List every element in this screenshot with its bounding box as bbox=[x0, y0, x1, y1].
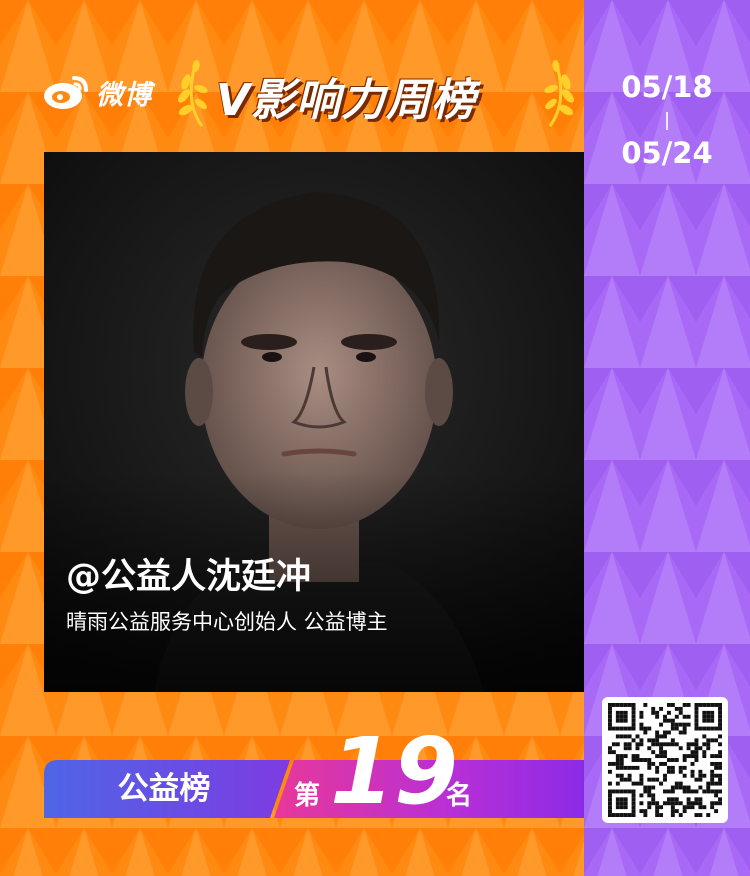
weekly-ranking-title: V影响力周榜 bbox=[176, 56, 576, 130]
laurel-right-icon bbox=[544, 60, 574, 127]
profile-description: 晴雨公益服务中心创始人 公益博主 bbox=[66, 610, 388, 634]
ranking-card: 微博 V影响力周榜 05/18 05/24 @公益人沈廷冲 晴雨公益服务中心创始… bbox=[0, 0, 750, 876]
qr-code-icon[interactable] bbox=[602, 697, 728, 823]
weibo-logo: 微博 bbox=[42, 72, 152, 112]
ranking-bar: 公益榜 第 19 名 bbox=[44, 726, 584, 818]
date-range: 05/18 05/24 bbox=[584, 70, 750, 170]
date-separator bbox=[666, 112, 668, 130]
weibo-logo-text: 微博 bbox=[96, 79, 152, 111]
qr-code-graphic bbox=[608, 703, 722, 817]
title-text: V影响力周榜 bbox=[216, 75, 477, 126]
weibo-eye-icon bbox=[44, 76, 88, 109]
ranking-category: 公益榜 bbox=[117, 771, 211, 807]
date-start: 05/18 bbox=[621, 70, 713, 104]
profile-handle: @公益人沈廷冲 bbox=[66, 557, 312, 597]
rank-suffix: 名 bbox=[446, 781, 473, 811]
rank-number: 19 bbox=[330, 718, 459, 825]
laurel-left-icon bbox=[178, 60, 208, 127]
date-end: 05/24 bbox=[621, 136, 713, 170]
profile-photo: @公益人沈廷冲 晴雨公益服务中心创始人 公益博主 bbox=[44, 152, 584, 692]
rank-prefix: 第 bbox=[294, 781, 321, 811]
